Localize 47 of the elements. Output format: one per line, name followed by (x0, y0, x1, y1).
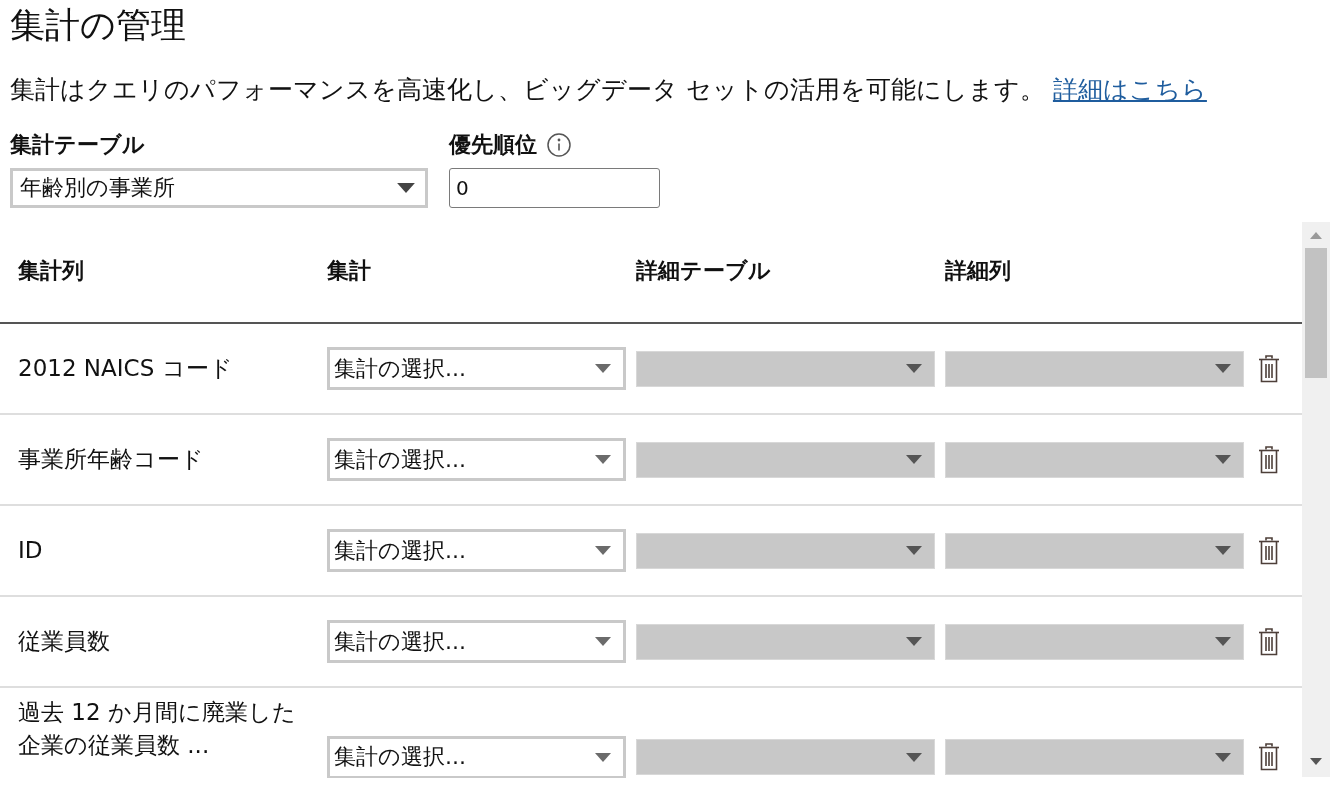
field-label: 集計テーブル (10, 131, 145, 159)
trash-icon[interactable] (1258, 627, 1280, 656)
scroll-up-icon[interactable] (1310, 232, 1322, 239)
caret-icon (1215, 455, 1231, 464)
trash-icon[interactable] (1258, 445, 1280, 474)
caret-icon (595, 637, 611, 646)
priority-input[interactable]: 0 (449, 168, 660, 208)
aggregation-dropdown[interactable]: 集計の選択... (327, 735, 626, 778)
scroll-thumb[interactable] (1305, 248, 1327, 378)
column-name: ID (18, 537, 43, 563)
scroll-down-icon[interactable] (1310, 758, 1322, 765)
column-header: 詳細テーブル (636, 258, 771, 283)
column-name: 過去 12 か月間に廃業した 企業の従業員数 ... (18, 699, 296, 758)
aggregation-dropdown[interactable]: 集計の選択... (327, 529, 626, 572)
caret-icon (906, 455, 922, 464)
column-header: 詳細列 (945, 258, 1011, 283)
aggregation-table-dropdown[interactable]: 年齢別の事業所 (10, 168, 428, 208)
caret-icon (906, 364, 922, 373)
scrollbar[interactable] (1302, 222, 1330, 777)
aggregation-dropdown[interactable]: 集計の選択... (327, 620, 626, 663)
caret-icon (1215, 546, 1231, 555)
column-name: 事業所年齢コード (18, 446, 204, 472)
column-header: 集計 (327, 258, 371, 283)
caret-icon (397, 183, 415, 193)
learn-more-link[interactable]: 詳細はこちら (1052, 75, 1207, 104)
trash-icon[interactable] (1258, 743, 1280, 771)
description-text: 集計はクエリのパフォーマンスを高速化し、ビッグデータ セットの活用を可能にします。 詳細はこちら (10, 75, 1207, 104)
caret-icon (595, 546, 611, 555)
caret-icon (1215, 752, 1231, 762)
trash-icon[interactable] (1258, 536, 1280, 565)
trash-icon[interactable] (1258, 354, 1280, 383)
info-icon[interactable] (547, 133, 571, 157)
caret-icon (595, 364, 611, 373)
caret-icon (1215, 637, 1231, 646)
aggregation-dropdown[interactable]: 集計の選択... (327, 438, 626, 481)
caret-icon (595, 752, 611, 762)
column-name: 従業員数 (18, 628, 110, 654)
page-title: 集計の管理 (10, 5, 186, 45)
field-label: 優先順位 (449, 131, 537, 159)
caret-icon (906, 637, 922, 646)
caret-icon (1215, 364, 1231, 373)
column-name: 2012 NAICS コード (18, 355, 233, 381)
aggregation-dropdown[interactable]: 集計の選択... (327, 347, 626, 390)
column-header: 集計列 (18, 258, 84, 283)
caret-icon (906, 752, 922, 762)
caret-icon (906, 546, 922, 555)
caret-icon (595, 455, 611, 464)
